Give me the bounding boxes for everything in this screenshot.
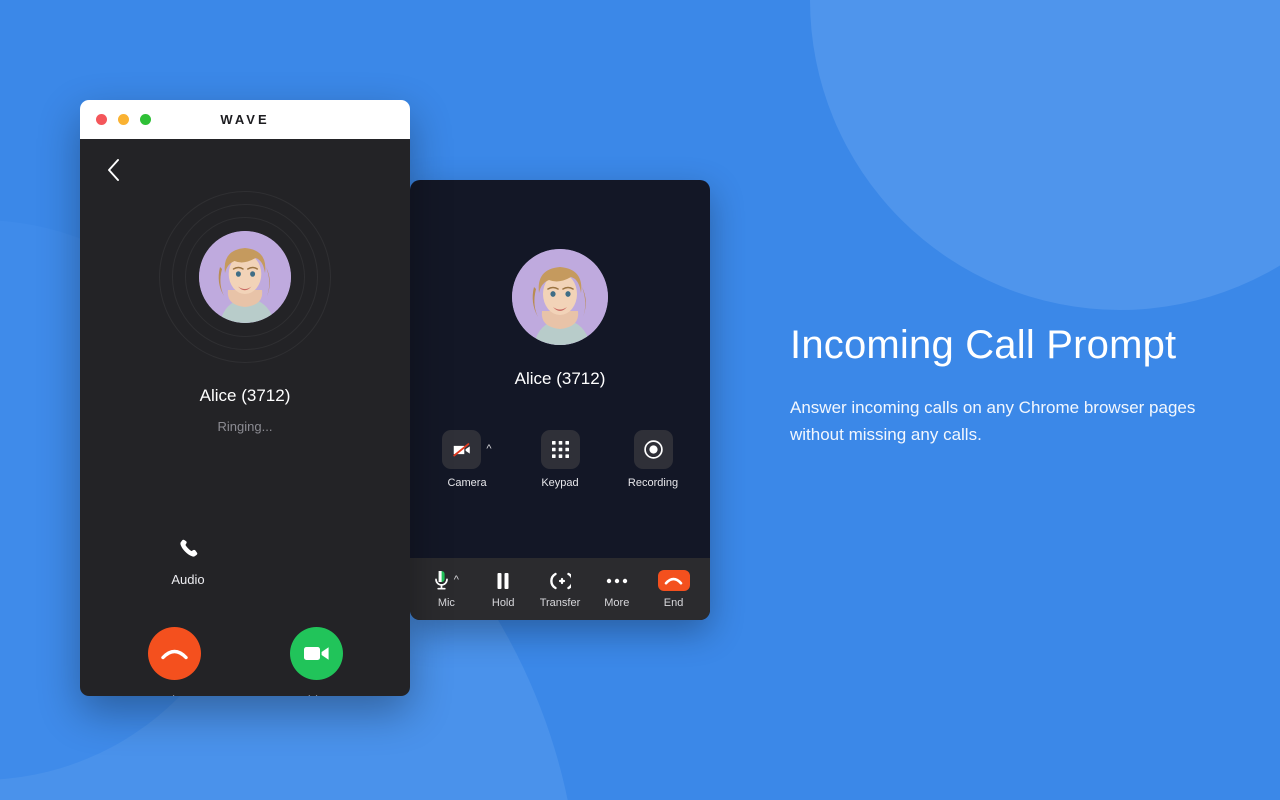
- incoming-call-actions: Reject Video: [80, 627, 410, 696]
- ringing-ripple: [159, 191, 331, 363]
- page-title: Incoming Call Prompt: [790, 323, 1177, 367]
- active-caller-name: Alice (3712): [514, 369, 606, 388]
- active-call-bottom-toolbar: ^ Mic Hold Transfer More End: [410, 558, 710, 620]
- call-status-text: Ringing...: [217, 419, 273, 434]
- hangup-icon[interactable]: [147, 627, 201, 680]
- hold-control[interactable]: Hold: [481, 570, 525, 609]
- recording-control[interactable]: Recording: [625, 430, 681, 489]
- record-icon[interactable]: [633, 430, 673, 469]
- reject-label: Reject: [156, 693, 193, 696]
- keypad-label: Keypad: [541, 477, 579, 489]
- incoming-caller-name: Alice (3712): [199, 386, 291, 405]
- transfer-icon[interactable]: [549, 572, 571, 590]
- incoming-call-body: Alice (3712) Ringing... Audio Reject: [80, 139, 410, 696]
- video-camera-icon[interactable]: [289, 627, 343, 680]
- ellipsis-icon[interactable]: [606, 577, 628, 585]
- chevron-up-icon[interactable]: ^: [454, 575, 459, 586]
- window-title-bar: WAVE: [80, 100, 410, 139]
- video-label: Video: [299, 693, 332, 696]
- hold-label: Hold: [491, 596, 515, 609]
- camera-label: Camera: [447, 477, 487, 489]
- camera-off-icon[interactable]: [442, 430, 482, 469]
- keypad-control[interactable]: Keypad: [532, 430, 588, 489]
- avatar-portrait-icon: [512, 249, 608, 345]
- incoming-call-window: WAVE Alice (3712) Ringing... Audio: [80, 100, 410, 696]
- active-call-body: Alice (3712) ^ Camera Keypad Recording: [410, 180, 710, 558]
- avatar: [199, 231, 291, 323]
- camera-control[interactable]: ^ Camera: [439, 430, 495, 489]
- mic-label: Mic: [437, 596, 455, 609]
- avatar-portrait-icon: [199, 231, 291, 323]
- app-brand-title: WAVE: [220, 112, 270, 127]
- transfer-control[interactable]: Transfer: [538, 570, 582, 609]
- chevron-up-icon[interactable]: ^: [486, 444, 491, 455]
- page-root: Alice (3712) ^ Camera Keypad Recording ^…: [0, 0, 1280, 800]
- back-button[interactable]: [100, 157, 126, 183]
- audio-label: Audio: [171, 572, 205, 587]
- answer-video-control[interactable]: Video: [289, 627, 343, 696]
- recording-label: Recording: [627, 477, 679, 489]
- promo-copy: Incoming Call Prompt Answer incoming cal…: [790, 322, 1250, 448]
- mic-control[interactable]: ^ Mic: [424, 570, 468, 609]
- chevron-left-icon: [107, 159, 119, 181]
- hangup-icon[interactable]: [657, 570, 690, 591]
- phone-icon: [179, 539, 197, 557]
- more-control[interactable]: More: [595, 570, 639, 609]
- decorative-circle-top-right: [810, 0, 1280, 310]
- avatar: [512, 249, 608, 345]
- pause-icon[interactable]: [495, 572, 511, 590]
- microphone-icon[interactable]: [434, 570, 449, 591]
- end-call-control[interactable]: End: [652, 570, 696, 609]
- more-label: More: [604, 596, 630, 609]
- transfer-label: Transfer: [539, 596, 581, 609]
- reject-call-control[interactable]: Reject: [147, 627, 201, 696]
- keypad-icon[interactable]: [540, 430, 580, 469]
- active-call-mid-controls: ^ Camera Keypad Recording: [439, 430, 681, 515]
- promo-description: Answer incoming calls on any Chrome brow…: [790, 398, 1196, 445]
- active-call-window: Alice (3712) ^ Camera Keypad Recording ^…: [410, 180, 710, 620]
- end-label: End: [663, 596, 684, 609]
- answer-audio-control[interactable]: Audio: [148, 537, 228, 587]
